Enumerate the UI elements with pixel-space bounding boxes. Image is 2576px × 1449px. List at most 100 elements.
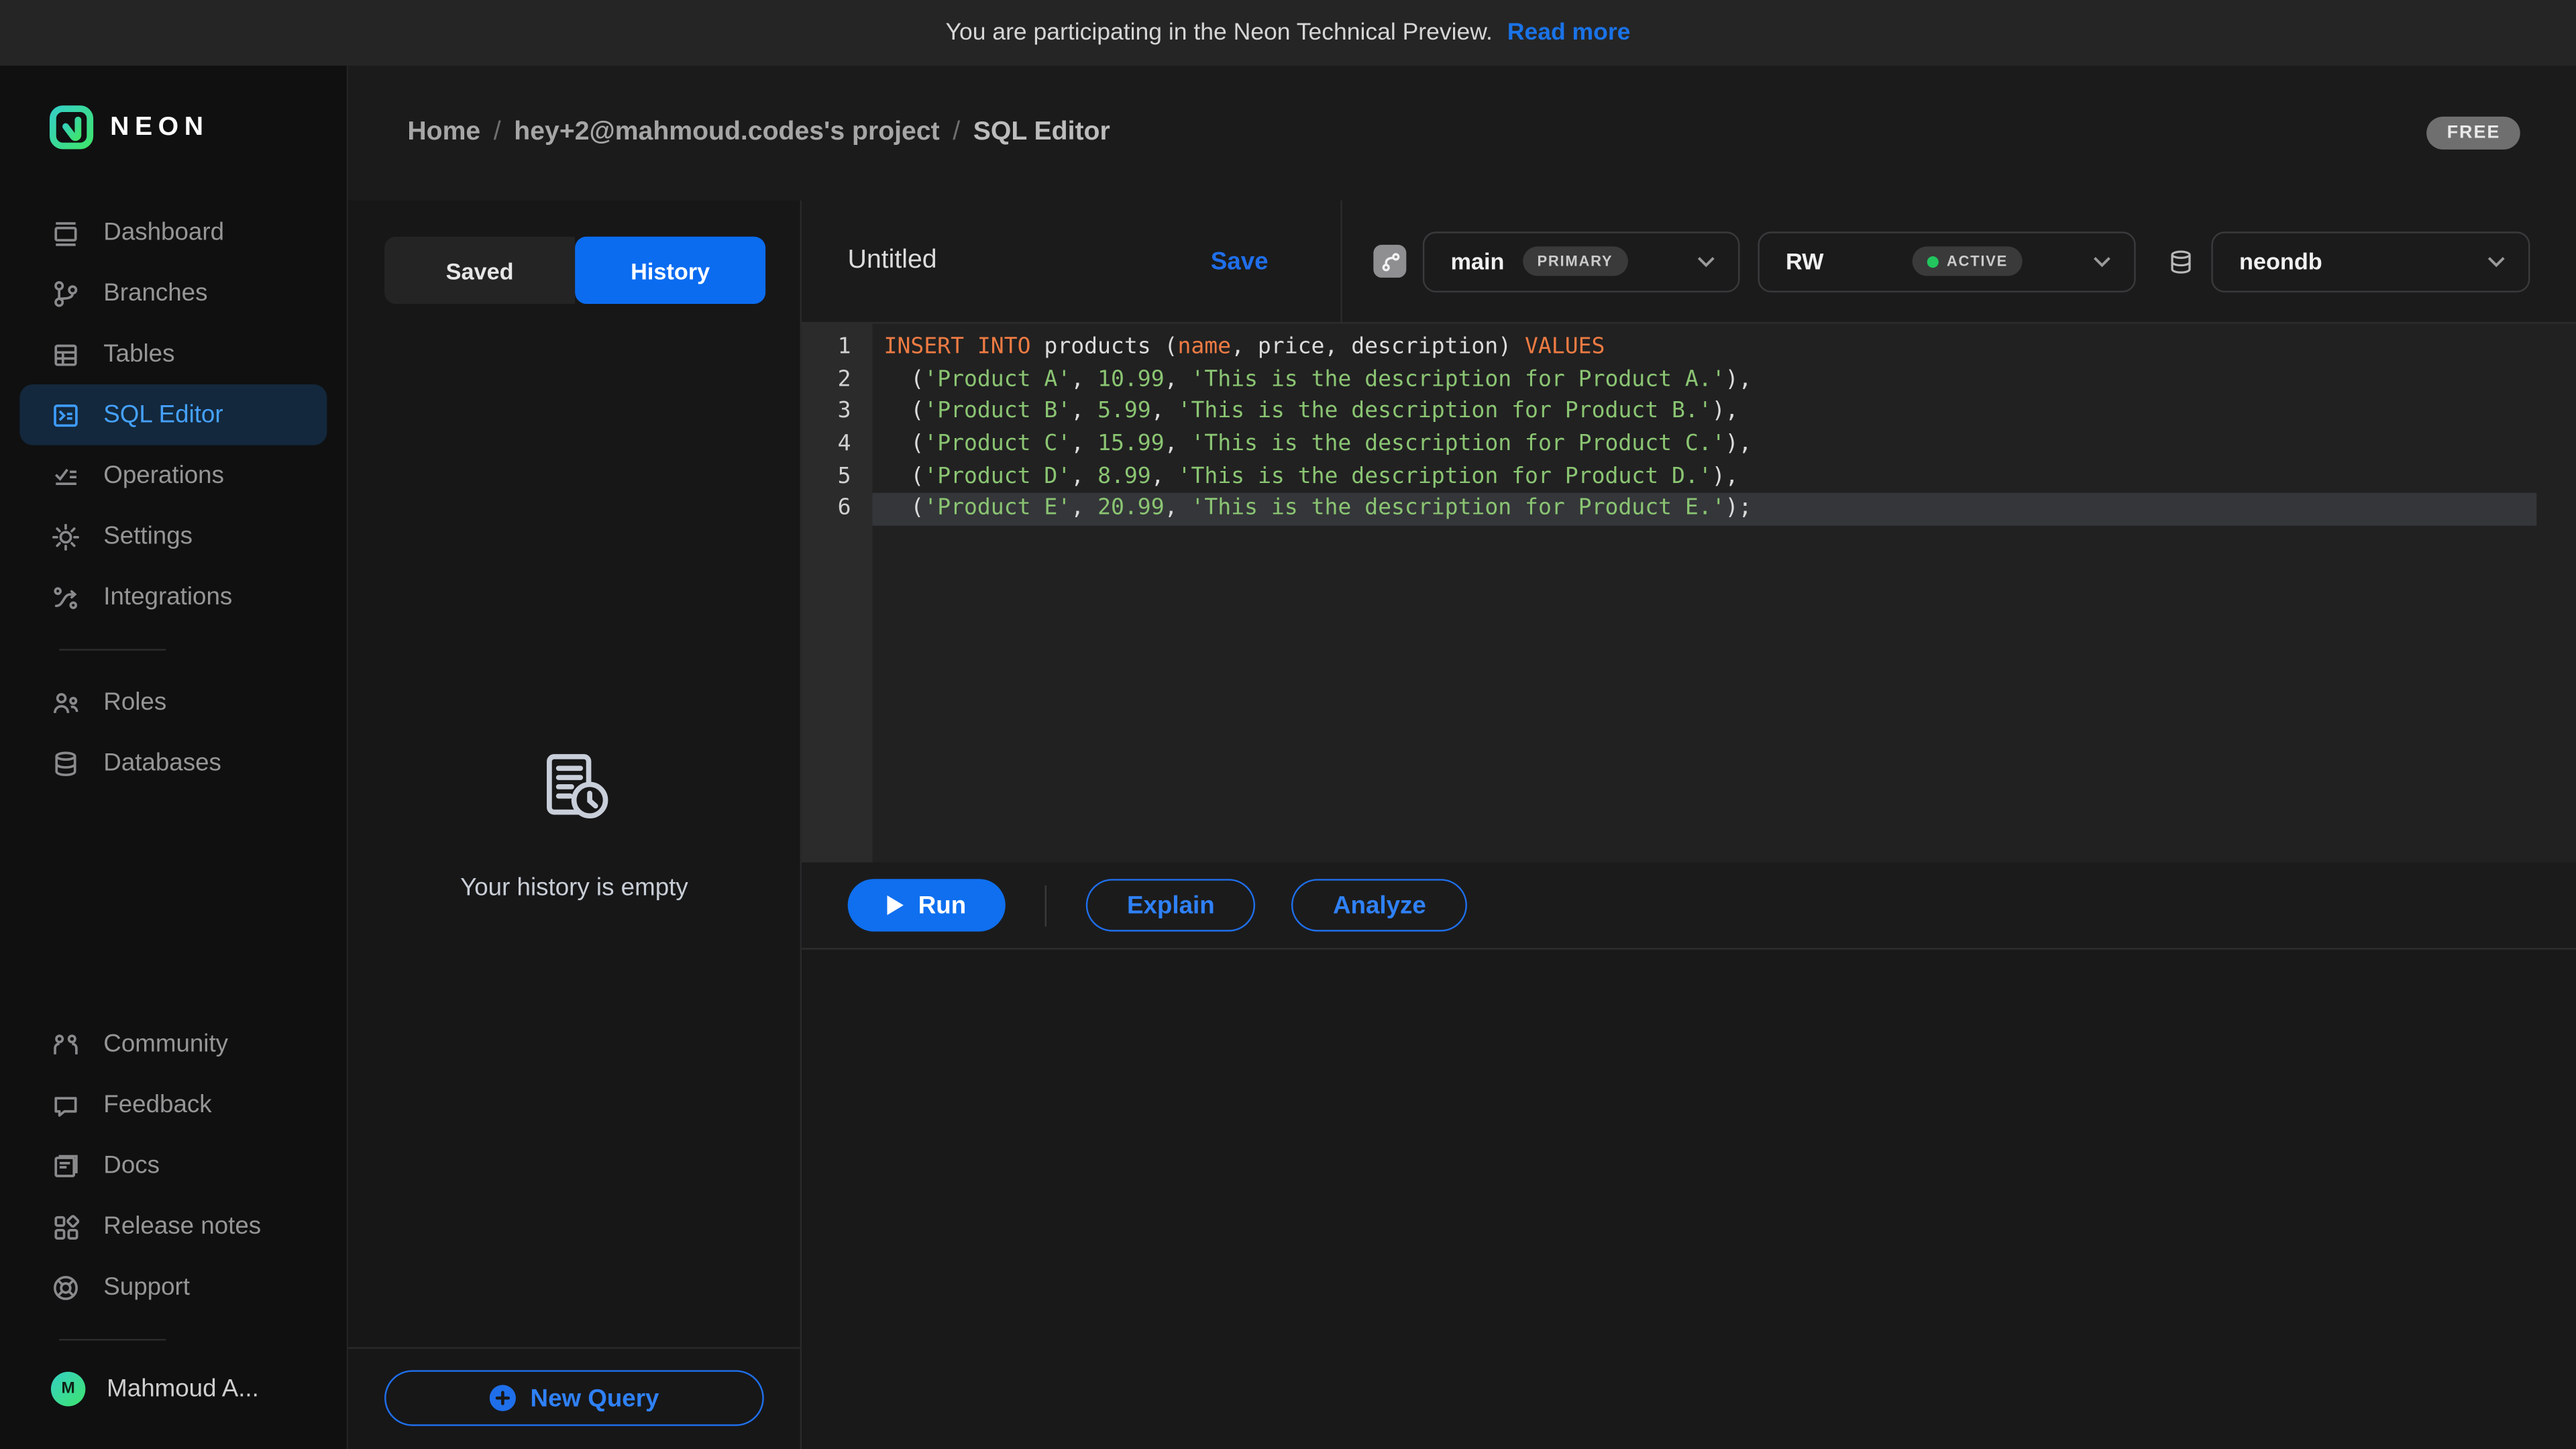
tables-icon bbox=[51, 339, 80, 369]
gutter: 123456 bbox=[802, 323, 872, 862]
sidebar-item-branches[interactable]: Branches bbox=[0, 263, 347, 324]
editor-actions: Run Explain Analyze bbox=[802, 863, 2576, 948]
user-menu[interactable]: M Mahmoud A... bbox=[0, 1362, 347, 1406]
line-number: 1 bbox=[802, 332, 872, 364]
sidebar-item-label: Feedback bbox=[103, 1091, 211, 1119]
breadcrumb: Home / hey+2@mahmoud.codes's project / S… bbox=[407, 118, 1110, 148]
line-number: 4 bbox=[802, 429, 872, 461]
neon-logo[interactable]: NEON bbox=[0, 105, 347, 150]
sidebar-item-label: Community bbox=[103, 1030, 228, 1059]
sidebar-item-community[interactable]: Community bbox=[0, 1014, 347, 1075]
sql-editor-panel: Untitled Save main bbox=[802, 201, 2576, 1449]
user-name: Mahmoud A... bbox=[107, 1375, 259, 1403]
plus-circle-icon bbox=[489, 1385, 515, 1411]
breadcrumb-separator: / bbox=[494, 118, 501, 148]
sidebar-item-label: Release notes bbox=[103, 1212, 261, 1240]
results-area bbox=[802, 948, 2576, 1449]
database-icon bbox=[2167, 248, 2195, 276]
database-select[interactable]: neondb bbox=[2211, 231, 2530, 292]
branch-select-value: main bbox=[1450, 248, 1504, 274]
branches-icon bbox=[51, 278, 80, 308]
sidebar-item-operations[interactable]: Operations bbox=[0, 445, 347, 506]
preview-banner: You are participating in the Neon Techni… bbox=[0, 0, 2576, 66]
sidebar-item-tables[interactable]: Tables bbox=[0, 323, 347, 384]
branch-select[interactable]: main PRIMARY bbox=[1423, 231, 1740, 292]
sidebar-item-label: Docs bbox=[103, 1152, 160, 1180]
sidebar-item-label: Support bbox=[103, 1273, 190, 1301]
status-dot bbox=[1927, 256, 1939, 267]
release-notes-icon bbox=[51, 1212, 80, 1241]
code-line: ('Product A', 10.99, 'This is the descri… bbox=[872, 364, 2536, 396]
history-empty-state: Your history is empty bbox=[348, 304, 800, 1347]
endpoint-select[interactable]: RW ACTIVE bbox=[1758, 231, 2135, 292]
sidebar-item-dashboard[interactable]: Dashboard bbox=[0, 202, 347, 263]
docs-icon bbox=[51, 1151, 80, 1181]
history-empty-text: Your history is empty bbox=[460, 874, 688, 902]
sidebar-divider bbox=[59, 1339, 166, 1340]
sidebar-item-release-notes[interactable]: Release notes bbox=[0, 1196, 347, 1257]
sidebar-item-databases[interactable]: Databases bbox=[0, 733, 347, 794]
run-button[interactable]: Run bbox=[848, 879, 1006, 931]
sidebar-item-integrations[interactable]: Integrations bbox=[0, 567, 347, 628]
topbar: Home / hey+2@mahmoud.codes's project / S… bbox=[348, 66, 2576, 201]
sidebar-item-support[interactable]: Support bbox=[0, 1256, 347, 1318]
banner-text: You are participating in the Neon Techni… bbox=[946, 19, 1493, 46]
run-label: Run bbox=[918, 892, 966, 920]
connection-toolbar: main PRIMARY RW bbox=[1342, 201, 2576, 322]
active-badge: ACTIVE bbox=[1912, 246, 2023, 276]
sidebar-item-sql-editor[interactable]: SQL Editor bbox=[19, 384, 327, 445]
chevron-down-icon bbox=[1697, 256, 1715, 267]
explain-button[interactable]: Explain bbox=[1086, 879, 1256, 931]
sidebar-item-roles[interactable]: Roles bbox=[0, 672, 347, 733]
branch-icon bbox=[1379, 250, 1401, 272]
query-title-group: Untitled Save bbox=[802, 201, 1342, 322]
neon-console: You are participating in the Neon Techni… bbox=[0, 0, 2576, 1449]
settings-gear-icon bbox=[51, 522, 80, 551]
save-button[interactable]: Save bbox=[1211, 248, 1269, 276]
tab-saved[interactable]: Saved bbox=[384, 237, 575, 304]
neon-logo-icon bbox=[49, 105, 93, 150]
editor-toolbar: Untitled Save main bbox=[802, 201, 2576, 322]
integrations-icon bbox=[51, 582, 80, 612]
breadcrumb-project[interactable]: hey+2@mahmoud.codes's project bbox=[514, 118, 939, 148]
history-empty-icon bbox=[533, 749, 615, 831]
line-number: 2 bbox=[802, 364, 872, 396]
sidebar-support-nav: Community Feedback Docs bbox=[0, 1014, 347, 1406]
databases-icon bbox=[51, 749, 80, 778]
roles-icon bbox=[51, 688, 80, 717]
database-select-value: neondb bbox=[2239, 248, 2322, 274]
query-title[interactable]: Untitled bbox=[848, 246, 937, 276]
actions-divider bbox=[1045, 885, 1046, 926]
sidebar-divider bbox=[59, 649, 166, 650]
breadcrumb-home[interactable]: Home bbox=[407, 118, 480, 148]
read-more-link[interactable]: Read more bbox=[1507, 19, 1631, 46]
sql-code-editor[interactable]: 123456 INSERT INTO products (name, price… bbox=[802, 322, 2576, 863]
sql-editor-icon bbox=[51, 400, 80, 429]
breadcrumb-current-page: SQL Editor bbox=[973, 118, 1110, 148]
code-line: ('Product C', 15.99, 'This is the descri… bbox=[872, 429, 2536, 461]
sidebar-item-label: Integrations bbox=[103, 583, 232, 611]
history-panel-footer: New Query bbox=[348, 1347, 800, 1449]
sidebar-item-settings[interactable]: Settings bbox=[0, 506, 347, 567]
sidebar: NEON Dashboard Branches bbox=[0, 66, 348, 1449]
sidebar-item-docs[interactable]: Docs bbox=[0, 1135, 347, 1196]
sidebar-item-label: Branches bbox=[103, 279, 207, 307]
endpoint-select-value: RW bbox=[1786, 248, 1824, 274]
sidebar-nav: Dashboard Branches Tables bbox=[0, 202, 347, 794]
tab-history[interactable]: History bbox=[575, 237, 765, 304]
support-lifebuoy-icon bbox=[51, 1273, 80, 1302]
line-number: 6 bbox=[802, 494, 872, 526]
active-badge-label: ACTIVE bbox=[1947, 253, 2008, 269]
new-query-button[interactable]: New Query bbox=[384, 1370, 764, 1426]
sidebar-item-label: Databases bbox=[103, 749, 221, 777]
community-icon bbox=[51, 1029, 80, 1059]
line-number: 5 bbox=[802, 462, 872, 494]
branch-button[interactable] bbox=[1373, 245, 1406, 278]
sidebar-item-label: Operations bbox=[103, 462, 224, 490]
history-panel: Saved History Your history is empty bbox=[348, 201, 802, 1449]
sidebar-item-label: Dashboard bbox=[103, 219, 224, 247]
plan-badge: FREE bbox=[2427, 117, 2520, 150]
sidebar-item-feedback[interactable]: Feedback bbox=[0, 1075, 347, 1136]
analyze-button[interactable]: Analyze bbox=[1292, 879, 1467, 931]
code-line: INSERT INTO products (name, price, descr… bbox=[872, 332, 2536, 364]
